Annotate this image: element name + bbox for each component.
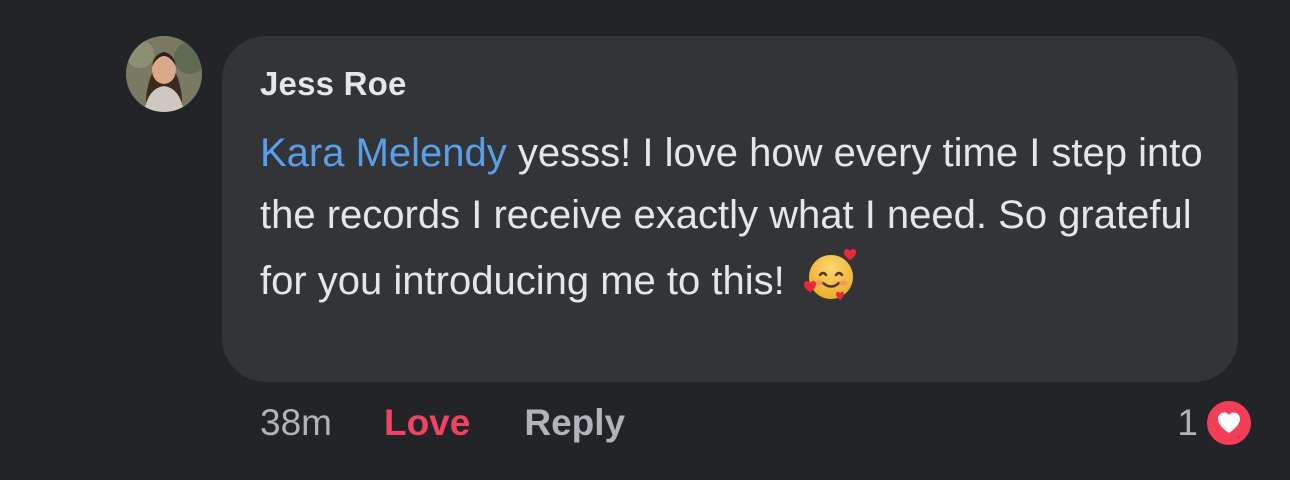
reaction-summary[interactable]: 1 xyxy=(1177,396,1254,450)
smiling-face-with-hearts-icon xyxy=(802,246,860,304)
reaction-count: 1 xyxy=(1177,402,1198,443)
love-reaction-button[interactable]: Love xyxy=(384,402,470,444)
comment-text: Kara Melendy yesss! I love how every tim… xyxy=(260,122,1210,312)
reply-button[interactable]: Reply xyxy=(524,402,625,444)
avatar[interactable] xyxy=(126,36,202,112)
avatar-photo-icon xyxy=(126,36,202,112)
comment-bubble: Jess Roe Kara Melendy yesss! I love how … xyxy=(222,36,1238,382)
comment-timestamp[interactable]: 38m xyxy=(260,402,332,444)
mention-link[interactable]: Kara Melendy xyxy=(260,131,507,175)
comment-actions: 38m Love Reply xyxy=(260,398,625,448)
comment-author[interactable]: Jess Roe xyxy=(260,64,1198,104)
heart-icon xyxy=(1204,398,1254,448)
